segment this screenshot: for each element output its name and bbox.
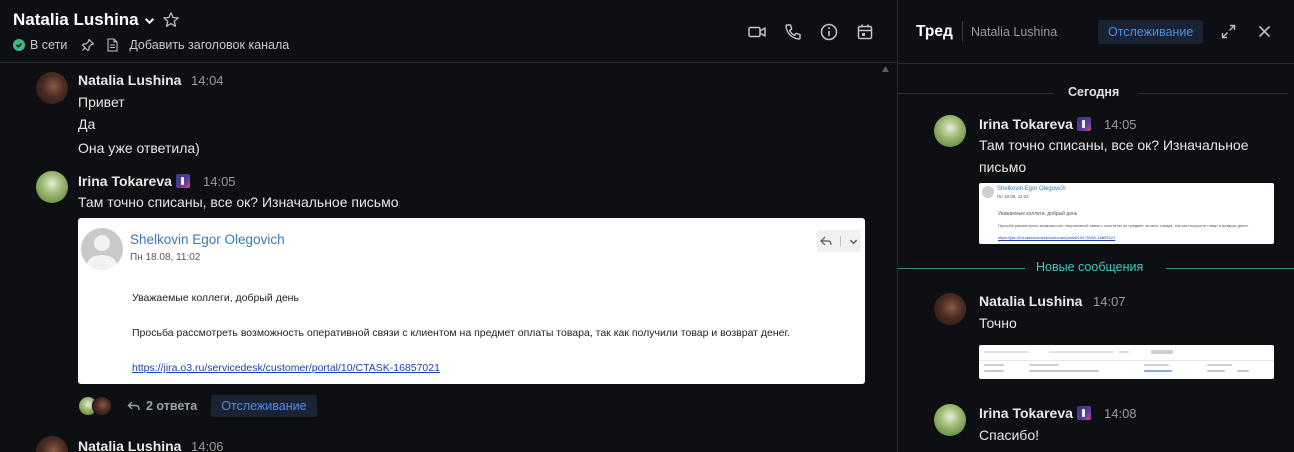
- close-icon[interactable]: [1258, 25, 1271, 38]
- email-body-text: Просьба рассмотреть возможность оператив…: [132, 327, 790, 339]
- email-thumbnail[interactable]: Shelkovin Egor Olegovich Пн 18.08, 11:02…: [979, 183, 1274, 244]
- channel-title-button[interactable]: Natalia Lushina: [13, 10, 155, 30]
- message-text: Там точно списаны, все ок? Изначальное п…: [78, 194, 399, 210]
- thread-pane: Тред Natalia Lushina Отслеживание Сегодн…: [897, 0, 1294, 452]
- channel-pane: Natalia Lushina В сети Добавить заголово…: [0, 0, 897, 452]
- new-messages-label: Новые сообщения: [1036, 260, 1144, 274]
- new-messages-separator: Новые сообщения: [898, 260, 1294, 276]
- calendar-icon[interactable]: [855, 22, 875, 42]
- thread-post-author[interactable]: Natalia Lushina: [979, 293, 1082, 309]
- chevron-down-icon: [144, 17, 154, 24]
- avatar-natalia-lushina[interactable]: [36, 436, 68, 452]
- email-sender-avatar: [81, 228, 123, 270]
- author-name: Irina Tokareva: [78, 173, 172, 189]
- reply-arrow-icon: [127, 401, 140, 411]
- thread-channel-link[interactable]: Natalia Lushina: [971, 25, 1057, 39]
- post-natalia-1406: Natalia Lushina 14:06: [0, 436, 897, 452]
- email-date: Пн 18.08, 11:02: [130, 252, 201, 263]
- thread-message-text: Там точно списаны, все ок? Изначальное: [979, 137, 1249, 153]
- message-line: Привет: [78, 94, 125, 110]
- thumbnail-body: Просьба рассмотреть возможность оператив…: [998, 223, 1249, 228]
- post-natalia-1404: Natalia Lushina 14:04 Привет Да Она уже …: [0, 70, 897, 160]
- thread-post-time[interactable]: 14:08: [1104, 406, 1137, 421]
- message-line: Да: [78, 116, 96, 132]
- thumbnail-link: https://jira.o3.ru/servicedesk/customer/…: [998, 235, 1116, 240]
- document-icon: [107, 38, 118, 52]
- thread-message-text: письмо: [979, 159, 1027, 175]
- custom-status-emoji-icon: [1076, 406, 1091, 420]
- date-separator-label: Сегодня: [1068, 85, 1120, 99]
- info-icon[interactable]: [819, 22, 839, 42]
- avatar-irina-tokareva[interactable]: [934, 115, 966, 147]
- author-name: Irina Tokareva: [979, 116, 1073, 132]
- thread-post-author[interactable]: Irina Tokareva: [979, 405, 1091, 421]
- thread-title: Тред: [916, 23, 953, 40]
- post-time[interactable]: 14:06: [191, 439, 224, 452]
- thread-post-author[interactable]: Irina Tokareva: [979, 116, 1091, 132]
- author-name: Irina Tokareva: [979, 405, 1073, 421]
- expand-icon[interactable]: [1221, 24, 1236, 39]
- message-line: Она уже ответила): [78, 140, 200, 156]
- post-author[interactable]: Irina Tokareva: [78, 173, 190, 189]
- email-screenshot-attachment[interactable]: Shelkovin Egor Olegovich Пн 18.08, 11:02…: [78, 218, 865, 384]
- custom-status-emoji-icon: [1076, 117, 1091, 131]
- channel-header-actions: [747, 22, 875, 42]
- thread-post-time[interactable]: 14:07: [1093, 294, 1126, 309]
- thumbnail-sender: Shelkovin Egor Olegovich: [997, 186, 1066, 192]
- email-greeting: Уважаемые коллеги, добрый день: [132, 292, 299, 304]
- pin-icon[interactable]: [81, 38, 95, 52]
- thread-message-text: Точно: [979, 315, 1017, 331]
- email-sender: Shelkovin Egor Olegovich: [130, 232, 285, 247]
- chevron-down-icon: [849, 239, 857, 244]
- avatar-irina-tokareva[interactable]: [934, 404, 966, 436]
- table-screenshot-thumbnail[interactable]: [979, 345, 1274, 379]
- post-time[interactable]: 14:05: [203, 174, 236, 189]
- favorite-star-icon[interactable]: [162, 11, 180, 29]
- thread-post-time[interactable]: 14:05: [1104, 117, 1137, 132]
- reply-arrow-icon: [820, 236, 832, 245]
- post-author[interactable]: Natalia Lushina: [78, 72, 181, 88]
- avatar-natalia-lushina[interactable]: [934, 293, 966, 325]
- custom-status-emoji-icon: [175, 174, 190, 188]
- participant-avatar: [92, 396, 112, 416]
- email-link: https://jira.o3.ru/servicedesk/customer/…: [132, 362, 440, 374]
- thumbnail-date: Пн 18.08, 11:02: [997, 194, 1029, 199]
- online-status-text: В сети: [30, 38, 68, 52]
- channel-header: Natalia Lushina В сети Добавить заголово…: [0, 0, 897, 63]
- thread-message-text: Спасибо!: [979, 427, 1039, 443]
- date-separator-today: Сегодня: [898, 85, 1294, 101]
- online-status-icon: [13, 39, 25, 51]
- follow-thread-button[interactable]: Отслеживание: [211, 395, 317, 417]
- channel-subheader: В сети Добавить заголовок канала: [13, 38, 289, 52]
- thread-replies-link[interactable]: 2 ответа: [146, 399, 197, 413]
- channel-title: Natalia Lushina: [13, 10, 139, 29]
- avatar-irina-tokareva[interactable]: [36, 171, 68, 203]
- thumbnail-greeting: Уважаемые коллеги, добрый день: [998, 211, 1078, 217]
- video-call-icon[interactable]: [747, 22, 767, 42]
- header-divider: [898, 63, 1294, 64]
- thread-summary-bar: 2 ответа Отслеживание: [78, 395, 317, 417]
- thread-header: Тред Natalia Lushina Отслеживание: [898, 0, 1294, 63]
- add-channel-header-link[interactable]: Добавить заголовок канала: [129, 38, 289, 52]
- header-separator: [962, 21, 963, 42]
- follow-thread-button[interactable]: Отслеживание: [1098, 20, 1204, 44]
- post-time[interactable]: 14:04: [191, 73, 224, 88]
- avatar-natalia-lushina[interactable]: [36, 72, 68, 104]
- post-author[interactable]: Natalia Lushina: [78, 438, 181, 452]
- phone-call-icon[interactable]: [783, 22, 803, 42]
- email-toolbar: |: [817, 230, 861, 252]
